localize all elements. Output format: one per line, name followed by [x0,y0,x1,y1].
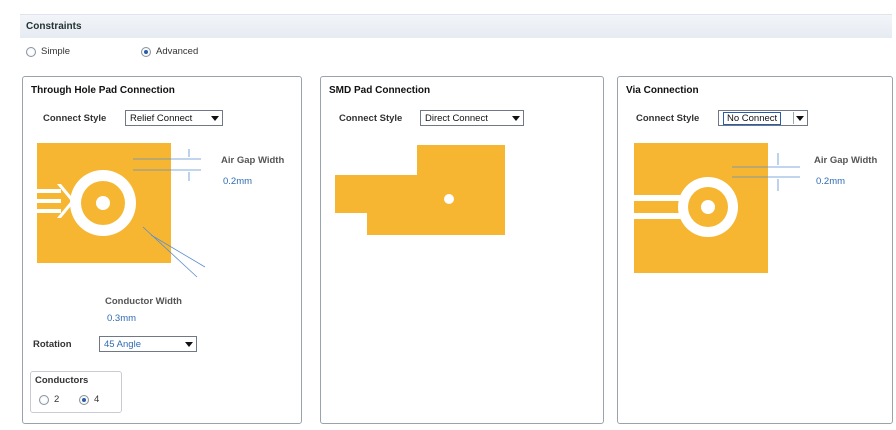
smd-copper [335,145,505,235]
conductors-label: Conductors [35,375,89,386]
conductors-2-option[interactable]: 2 [39,394,59,405]
chevron-down-icon [796,116,804,121]
th-connect-style-dropdown[interactable]: Relief Connect [125,110,223,126]
chevron-down-icon [211,116,219,121]
via-connect-style-dropdown[interactable]: No Connect [718,110,808,126]
smd-title: SMD Pad Connection [329,85,431,96]
th-rotation-value: 45 Angle [104,338,141,350]
section-title: Constraints [26,21,82,32]
via-hole [701,200,715,214]
smd-hole [444,194,454,204]
constraints-header: Constraints [20,14,892,38]
advanced-label: Advanced [156,46,199,57]
th-air-gap-label: Air Gap Width [221,155,285,166]
th-connect-style-value: Relief Connect [130,112,193,124]
conductors-group: Conductors 2 4 [30,371,122,413]
through-hole-panel: Through Hole Pad Connection Connect Styl… [22,76,302,424]
simple-label: Simple [41,46,71,57]
conductors-2-label: 2 [54,394,60,405]
via-connect-style-value: No Connect [723,111,782,125]
simple-option[interactable]: Simple [26,46,70,57]
via-air-gap-value[interactable]: 0.2mm [816,176,845,187]
dropdown-separator [793,112,794,124]
smd-panel: SMD Pad Connection Connect Style Direct … [320,76,604,424]
smd-connect-style-value: Direct Connect [425,112,488,124]
through-hole-title: Through Hole Pad Connection [31,85,175,96]
chevron-down-icon [512,116,520,121]
conductors-4-radio[interactable] [79,394,89,405]
chevron-down-icon [185,342,193,347]
via-title: Via Connection [626,85,699,96]
conductors-4-option[interactable]: 4 [79,394,99,405]
via-diagram [634,143,800,273]
smd-connect-style-dropdown[interactable]: Direct Connect [420,110,524,126]
th-rotation-label: Rotation [33,339,72,350]
thermal-relief-diagram [37,143,206,278]
via-panel: Via Connection Connect Style No Connect … [617,76,893,424]
conductors-4-label: 4 [94,394,100,405]
th-connect-style-label: Connect Style [43,113,107,124]
drill-hole [96,196,110,210]
advanced-option[interactable]: Advanced [141,46,198,57]
th-conductor-width-value[interactable]: 0.3mm [107,313,136,324]
smd-connect-style-label: Connect Style [339,113,403,124]
via-connect-style-label: Connect Style [636,113,700,124]
advanced-radio[interactable] [141,46,151,57]
th-air-gap-value[interactable]: 0.2mm [223,176,252,187]
th-rotation-dropdown[interactable]: 45 Angle [99,336,197,352]
simple-radio[interactable] [26,46,36,57]
via-trace-gap-top [634,195,686,201]
smd-pad-diagram [335,145,505,235]
conductors-2-radio[interactable] [39,394,49,405]
th-conductor-width-label: Conductor Width [105,296,182,307]
via-air-gap-label: Air Gap Width [814,155,878,166]
via-trace-gap-bottom [634,213,686,219]
